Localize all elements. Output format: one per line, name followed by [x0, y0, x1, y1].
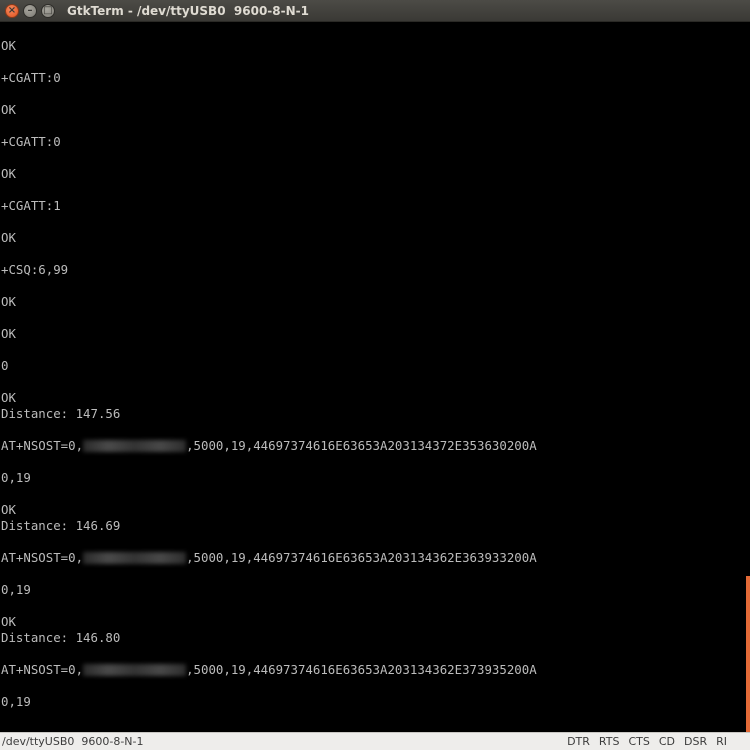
close-icon[interactable]: × — [5, 3, 19, 18]
terminal-line-text: OK — [1, 38, 16, 53]
terminal-line-text: AT+NSOST=0, — [1, 438, 84, 453]
signal-cd: CD — [658, 735, 675, 748]
terminal-line-text: OK — [1, 294, 16, 309]
terminal-line-text: 0,19 — [1, 470, 31, 485]
terminal-line-text: Distance: 146.80 — [1, 630, 121, 645]
terminal-line-text: OK — [1, 102, 16, 117]
terminal-line-text: OK — [1, 230, 16, 245]
terminal-line: 0,19 — [1, 694, 31, 710]
redacted-address — [83, 551, 187, 564]
terminal-line: OK — [1, 166, 16, 182]
scrollbar[interactable] — [746, 22, 750, 732]
signal-rts: RTS — [598, 735, 620, 748]
terminal-line: OK — [1, 294, 16, 310]
status-bar: /dev/ttyUSB0 9600-8-N-1 DTR RTS CTS CD DSR RI — [0, 732, 750, 750]
terminal-line-text: OK — [1, 326, 16, 341]
redacted-address — [83, 663, 187, 676]
terminal-line: OK — [1, 326, 16, 342]
terminal-line-text: OK — [1, 166, 16, 181]
terminal-line: +CGATT:0 — [1, 70, 61, 86]
terminal-line: OK — [1, 230, 16, 246]
terminal-line: OK — [1, 102, 16, 118]
terminal-line-text: AT+NSOST=0, — [1, 662, 84, 677]
signal-cts: CTS — [628, 735, 650, 748]
scrollbar-thumb[interactable] — [746, 576, 750, 732]
terminal-line: OK — [1, 502, 16, 518]
terminal-output[interactable]: OK +CGATT:0 OK +CGATT:0 OK +CGATT:1 OK +CSQ:6,9… — [0, 22, 746, 732]
terminal-line-text: OK — [1, 390, 16, 405]
terminal-line: OK — [1, 614, 16, 630]
redacted-address — [83, 439, 187, 452]
terminal-line: +CGATT:1 — [1, 198, 61, 214]
minimize-icon[interactable]: – — [23, 3, 37, 18]
signal-indicators: DTR RTS CTS CD DSR RI — [567, 735, 750, 748]
terminal-line-text: 0,19 — [1, 694, 31, 709]
terminal-line: +CSQ:6,99 — [1, 262, 68, 278]
terminal-line-text: +CSQ:6,99 — [1, 262, 69, 277]
terminal-line: AT+NSOST=0, ,5000,19,44697374616E63653A20… — [1, 550, 537, 566]
terminal-line: OK — [1, 38, 16, 54]
terminal-line-text: AT+NSOST=0, — [1, 550, 84, 565]
terminal-line: Distance: 147.56 — [1, 406, 120, 422]
status-port-settings: /dev/ttyUSB0 9600-8-N-1 — [2, 735, 144, 748]
terminal-line-text: Distance: 146.69 — [1, 518, 121, 533]
terminal-line: +CGATT:0 — [1, 134, 61, 150]
terminal-line: 0 — [1, 358, 8, 374]
terminal-line-text: 0 — [1, 358, 9, 373]
terminal-line: 0,19 — [1, 582, 31, 598]
terminal-line: 0,19 — [1, 470, 31, 486]
terminal-line-text: ,5000,19,44697374616E63653A203134362E373… — [186, 662, 537, 677]
terminal-line-text: ,5000,19,44697374616E63653A203134372E353… — [186, 438, 537, 453]
signal-ri: RI — [716, 735, 727, 748]
terminal-line-text: ,5000,19,44697374616E63653A203134362E363… — [186, 550, 537, 565]
terminal-line-text: 0,19 — [1, 582, 31, 597]
terminal-line: Distance: 146.80 — [1, 630, 120, 646]
signal-dtr: DTR — [567, 735, 590, 748]
terminal-line: AT+NSOST=0, ,5000,19,44697374616E63653A20… — [1, 662, 537, 678]
signal-dsr: DSR — [684, 735, 708, 748]
terminal-line-text: +CGATT:0 — [1, 70, 61, 85]
terminal-line-text: +CGATT:1 — [1, 198, 61, 213]
terminal-line: OK — [1, 390, 16, 406]
terminal-line-text: OK — [1, 614, 16, 629]
maximize-icon[interactable]: □ — [41, 3, 55, 18]
terminal-line-text: +CGATT:0 — [1, 134, 61, 149]
window-title: GtkTerm - /dev/ttyUSB0 9600-8-N-1 — [67, 3, 309, 18]
terminal-line: Distance: 146.69 — [1, 518, 120, 534]
terminal-line-text: OK — [1, 502, 16, 517]
title-bar: × – □ GtkTerm - /dev/ttyUSB0 9600-8-N-1 — [0, 0, 750, 22]
terminal-line-text: Distance: 147.56 — [1, 406, 121, 421]
terminal-line: AT+NSOST=0, ,5000,19,44697374616E63653A20… — [1, 438, 537, 454]
